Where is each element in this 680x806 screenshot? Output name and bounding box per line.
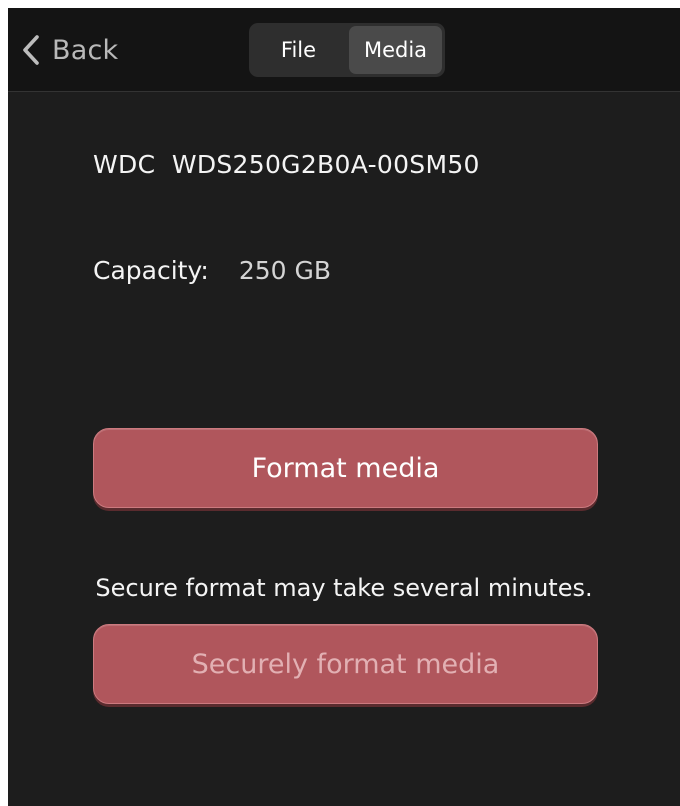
tab-switcher: File Media	[249, 23, 445, 77]
capacity-label: Capacity:	[93, 256, 209, 285]
capacity-value: 250 GB	[238, 256, 332, 285]
capacity-row: Capacity: 250 GB	[93, 256, 331, 285]
media-screen: Back File Media WDC WDS250G2B0A-00SM50 C…	[8, 8, 680, 806]
device-name: WDC WDS250G2B0A-00SM50	[93, 150, 480, 179]
back-label: Back	[52, 34, 119, 66]
tab-file[interactable]: File	[252, 26, 345, 74]
secure-format-note: Secure format may take several minutes.	[95, 574, 593, 602]
tab-media[interactable]: Media	[349, 26, 442, 74]
chevron-left-icon	[22, 34, 40, 66]
top-bar: Back File Media	[8, 8, 680, 92]
secure-format-media-button[interactable]: Securely format media	[93, 624, 598, 704]
format-media-button[interactable]: Format media	[93, 428, 598, 508]
back-button[interactable]: Back	[22, 30, 118, 70]
